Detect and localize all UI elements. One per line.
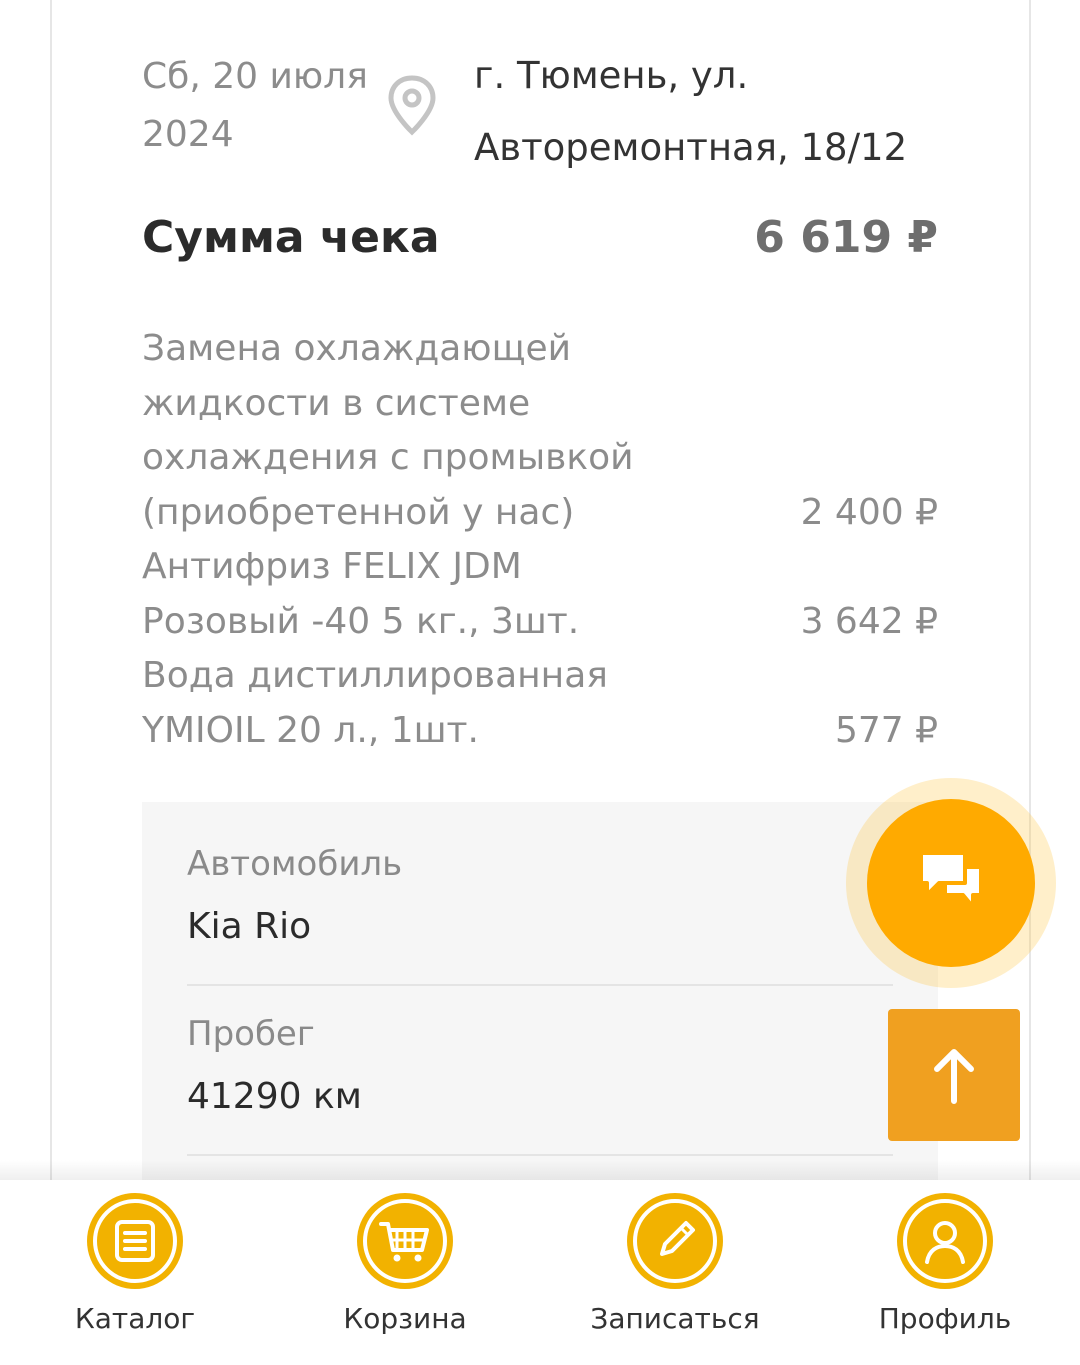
receipt-item-name: Вода дистиллированная YMIOIL 20 л., 1шт. bbox=[142, 649, 702, 758]
nav-item-cart[interactable]: Корзина bbox=[270, 1180, 540, 1365]
total-value: 6 619 ₽ bbox=[754, 212, 938, 263]
chat-button[interactable] bbox=[867, 799, 1035, 967]
nav-item-catalog[interactable]: Каталог bbox=[0, 1180, 270, 1365]
total-label: Сумма чека bbox=[142, 212, 440, 263]
receipt-item-name-line: Антифриз FELIX JDM bbox=[142, 546, 522, 587]
receipt-item-price: 577 ₽ bbox=[834, 709, 938, 751]
receipt-items: Замена охлаждающей жидкости в системе ох… bbox=[142, 322, 938, 758]
receipt-item-price: 3 642 ₽ bbox=[800, 600, 938, 642]
nav-label-book: Записаться bbox=[590, 1302, 760, 1335]
order-date-line1: Сб, 20 июля bbox=[142, 56, 368, 97]
vehicle-details-panel: Автомобиль Kia Rio Пробег 41290 км bbox=[142, 802, 938, 1202]
receipt-item-price: 2 400 ₽ bbox=[800, 491, 938, 533]
receipt-item-name: Антифриз FELIX JDM Розовый -40 5 кг., 3ш… bbox=[142, 540, 702, 649]
car-label: Автомобиль bbox=[187, 844, 403, 884]
mileage-value: 41290 км bbox=[187, 1076, 362, 1117]
nav-item-book[interactable]: Записаться bbox=[540, 1180, 810, 1365]
mileage-row: Пробег 41290 км bbox=[187, 1014, 893, 1156]
receipt-item-name-line: Розовый -40 5 кг., 3шт. bbox=[142, 600, 580, 642]
order-address-line2: Авторемонтная, 18/12 bbox=[474, 126, 908, 169]
location-pin-icon bbox=[388, 75, 436, 136]
nav-item-profile[interactable]: Профиль bbox=[810, 1180, 1080, 1365]
receipt-item-name-line: жидкости в системе bbox=[142, 382, 531, 424]
order-address: г. Тюмень, ул. Авторемонтная, 18/12 bbox=[474, 40, 954, 184]
receipt-item-name-line: (приобретенной у нас) bbox=[142, 491, 575, 533]
receipt-item-name-line: охлаждения с промывкой bbox=[142, 437, 634, 478]
catalog-icon bbox=[93, 1199, 177, 1283]
receipt-item-name-line: Вода дистиллированная bbox=[142, 655, 608, 696]
receipt-item-name: Замена охлаждающей жидкости в системе ох… bbox=[142, 322, 702, 540]
cart-icon bbox=[363, 1199, 447, 1283]
bottom-nav: Каталог Корзина Записаться Профиль bbox=[0, 1180, 1080, 1365]
chat-bubbles-icon bbox=[919, 851, 983, 909]
nav-label-cart: Корзина bbox=[343, 1302, 467, 1335]
receipt-item-name-line: Замена охлаждающей bbox=[142, 328, 572, 369]
receipt-item: Антифриз FELIX JDM Розовый -40 5 кг., 3ш… bbox=[142, 540, 938, 649]
nav-icon-circle bbox=[897, 1193, 993, 1289]
scroll-to-top-button[interactable] bbox=[888, 1009, 1020, 1141]
receipt-item: Замена охлаждающей жидкости в системе ох… bbox=[142, 322, 938, 540]
nav-icon-circle bbox=[357, 1193, 453, 1289]
receipt-item: Вода дистиллированная YMIOIL 20 л., 1шт.… bbox=[142, 649, 938, 758]
car-value: Kia Rio bbox=[187, 906, 312, 947]
bottom-nav-shadow bbox=[0, 1160, 1080, 1182]
receipt-item-name-line: YMIOIL 20 л., 1шт. bbox=[142, 709, 479, 751]
mileage-label: Пробег bbox=[187, 1014, 315, 1054]
arrow-up-icon bbox=[934, 1049, 974, 1104]
nav-icon-circle bbox=[627, 1193, 723, 1289]
order-address-line1: г. Тюмень, ул. bbox=[474, 54, 749, 97]
order-date-line2: 2024 bbox=[142, 114, 234, 155]
nav-label-catalog: Каталог bbox=[74, 1302, 196, 1335]
order-date: Сб, 20 июля 2024 bbox=[142, 48, 382, 164]
profile-icon bbox=[903, 1199, 987, 1283]
pencil-icon bbox=[633, 1199, 717, 1283]
car-row: Автомобиль Kia Rio bbox=[187, 844, 893, 986]
nav-label-profile: Профиль bbox=[878, 1302, 1012, 1335]
nav-icon-circle bbox=[87, 1193, 183, 1289]
